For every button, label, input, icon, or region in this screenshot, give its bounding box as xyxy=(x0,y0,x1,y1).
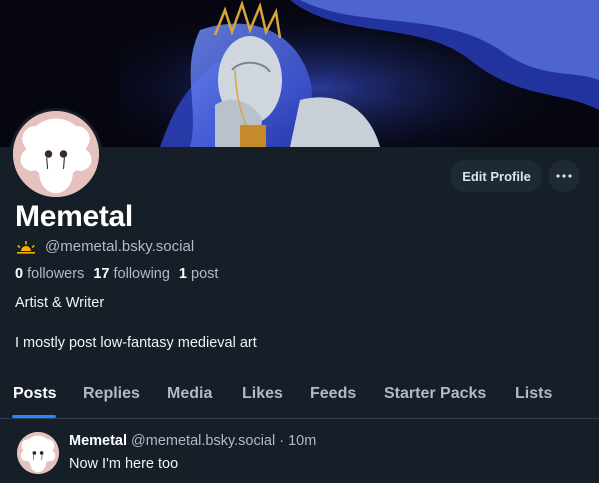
following-stat[interactable]: 17 following xyxy=(93,266,170,282)
profile-handle[interactable]: @memetal.bsky.social xyxy=(45,238,194,255)
followers-stat[interactable]: 0 followers xyxy=(15,266,84,282)
tab-replies[interactable]: Replies xyxy=(83,385,140,403)
edit-profile-button[interactable]: Edit Profile xyxy=(450,160,543,192)
handle-row: @memetal.bsky.social xyxy=(15,238,194,255)
tab-likes[interactable]: Likes xyxy=(242,385,283,403)
post-time[interactable]: · 10m xyxy=(279,433,316,449)
post-avatar[interactable] xyxy=(17,432,59,474)
tab-posts[interactable]: Posts xyxy=(13,385,57,403)
bio-line: Artist & Writer xyxy=(15,295,105,311)
avatar-image xyxy=(13,111,99,197)
post-author[interactable]: Memetal xyxy=(69,433,127,449)
post-text: Now I'm here too xyxy=(69,456,179,472)
active-tab-indicator xyxy=(12,415,56,418)
profile-stats: 0 followers 17 following 1 post xyxy=(15,266,218,282)
bio-line: I mostly post low-fantasy medieval art xyxy=(15,335,257,351)
tab-lists[interactable]: Lists xyxy=(515,385,552,403)
post-handle[interactable]: @memetal.bsky.social xyxy=(131,433,275,449)
tab-media[interactable]: Media xyxy=(167,385,212,403)
post-header: Memetal @memetal.bsky.social · 10m xyxy=(69,433,316,449)
avatar-image xyxy=(17,432,59,474)
more-options-button[interactable] xyxy=(548,160,580,192)
posts-stat: 1 post xyxy=(178,266,219,282)
display-name: Memetal xyxy=(15,200,133,233)
sunrise-icon xyxy=(17,240,35,254)
tab-starter-packs[interactable]: Starter Packs xyxy=(384,385,486,403)
tab-feeds[interactable]: Feeds xyxy=(310,385,356,403)
post-item[interactable]: Memetal @memetal.bsky.social · 10m Now I… xyxy=(0,420,599,483)
ellipsis-icon xyxy=(556,174,572,178)
profile-tabs: Posts Replies Media Likes Feeds Starter … xyxy=(0,372,599,419)
profile-avatar[interactable] xyxy=(10,108,102,200)
